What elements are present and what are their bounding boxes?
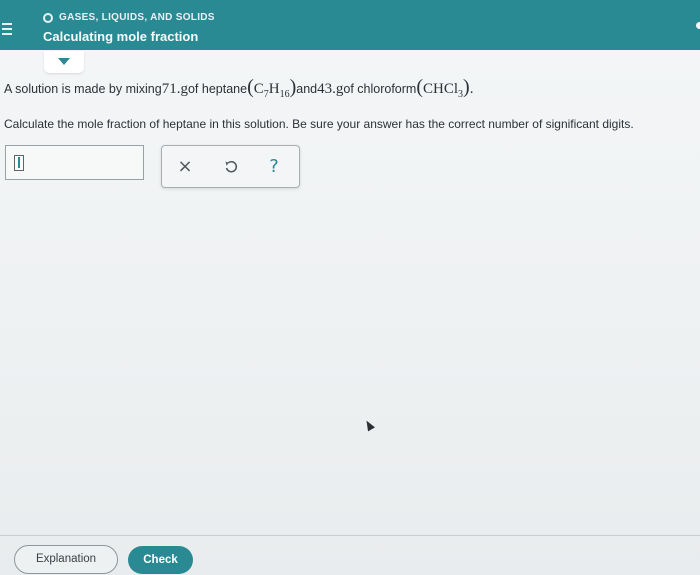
formula-element: H [268, 81, 280, 97]
problem-text: of chloroform [343, 82, 417, 96]
menu-icon[interactable] [2, 23, 12, 37]
heptane-mass: 71. [161, 81, 181, 97]
answer-input[interactable] [5, 145, 144, 180]
formula-subscript: 3 [458, 89, 464, 100]
close-icon[interactable]: × [173, 155, 197, 179]
answer-tools-panel: × ? [161, 145, 300, 188]
formula-element: C [253, 81, 264, 97]
page: GASES, LIQUIDS, AND SOLIDS Calculating m… [0, 0, 700, 575]
explanation-button[interactable]: Explanation [14, 545, 118, 574]
chloroform-formula: (CHCl3) [416, 76, 470, 100]
problem-statement: A solution is made by mixing 71. g of he… [4, 76, 473, 100]
chloroform-unit: g [335, 81, 344, 97]
topic-row: GASES, LIQUIDS, AND SOLIDS [43, 12, 215, 23]
question-text: Calculate the mole fraction of heptane i… [4, 117, 634, 131]
page-title: Calculating mole fraction [43, 29, 199, 44]
heptane-formula: (C7H16) [247, 76, 297, 100]
problem-text: and [296, 82, 318, 96]
footer-divider [0, 535, 700, 536]
chevron-down-icon [58, 58, 70, 65]
problem-text: . [469, 81, 474, 97]
problem-text: of heptane [187, 82, 248, 96]
check-button[interactable]: Check [128, 546, 193, 574]
problem-text: A solution is made by mixing [4, 82, 162, 96]
collapse-header-button[interactable] [44, 51, 84, 73]
topic-progress-icon [43, 12, 53, 23]
heptane-unit: g [180, 81, 188, 97]
header-indicator-icon [696, 22, 700, 29]
formula-element: CHCl [423, 81, 459, 97]
mouse-cursor-icon [363, 418, 375, 432]
chloroform-mass: 43. [317, 81, 336, 97]
input-cursor-icon [14, 155, 24, 171]
help-icon[interactable]: ? [262, 155, 286, 179]
header-bar: GASES, LIQUIDS, AND SOLIDS Calculating m… [0, 0, 700, 50]
undo-icon[interactable] [219, 155, 243, 179]
formula-subscript: 16 [279, 89, 290, 100]
topic-label: GASES, LIQUIDS, AND SOLIDS [59, 12, 215, 23]
